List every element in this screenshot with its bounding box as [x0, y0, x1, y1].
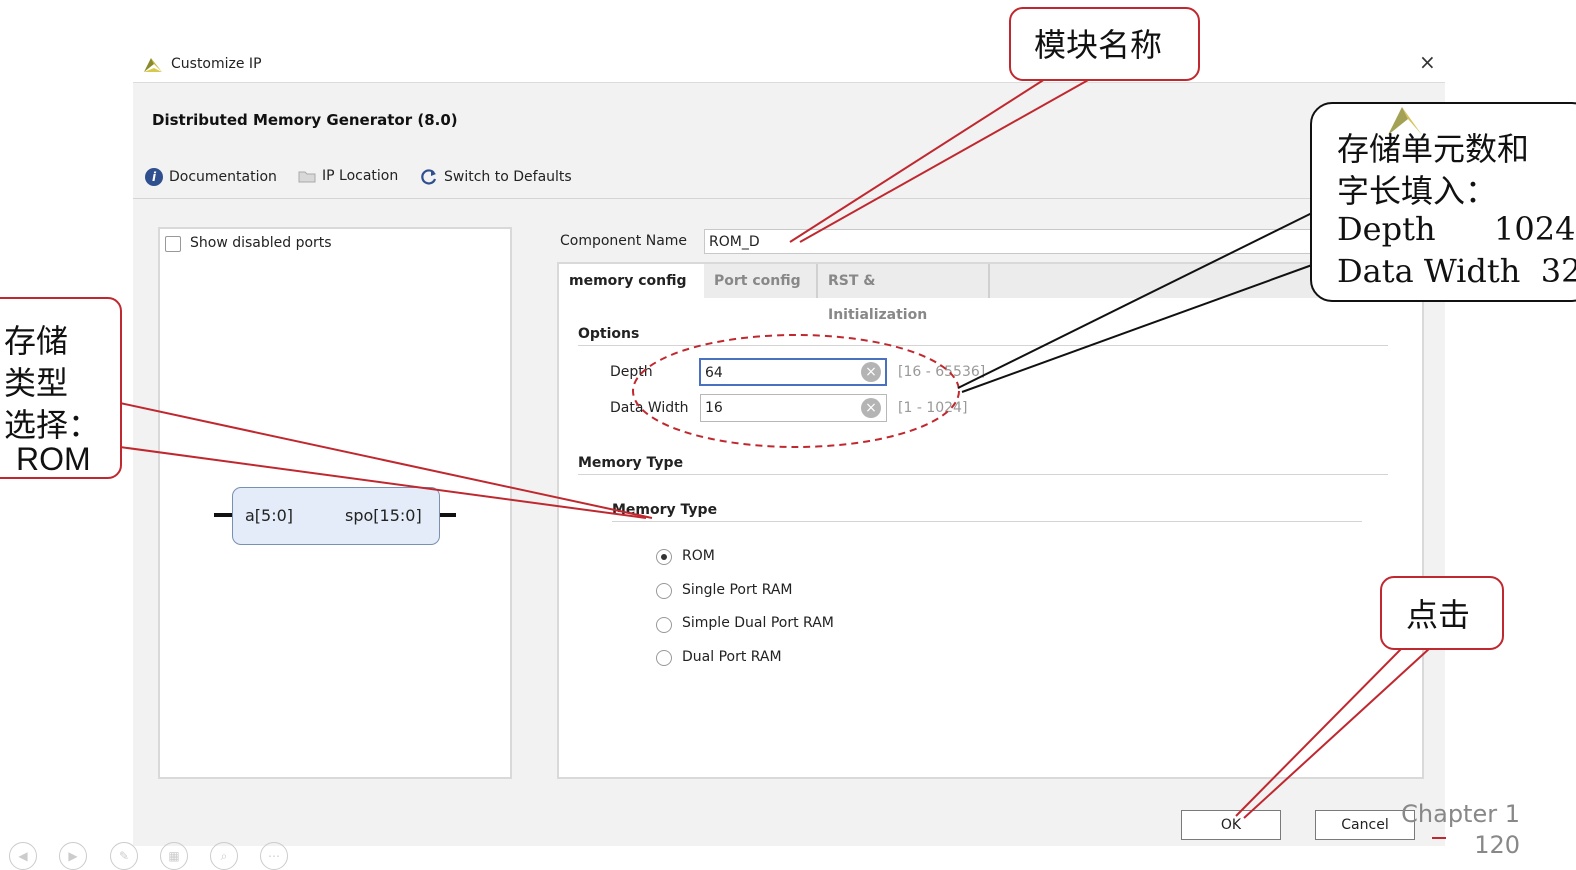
module-name-pointer-b — [799, 78, 1091, 243]
slides-icon[interactable]: ▦ — [160, 842, 188, 870]
callout-memtype-line4: ROM — [16, 441, 91, 477]
chapter-label: Chapter 1 — [1401, 800, 1520, 828]
next-slide-icon[interactable]: ▶ — [59, 842, 87, 870]
memtype-pointer-a — [119, 402, 653, 519]
click-pointer-a — [1235, 647, 1403, 817]
highlight-ellipse — [632, 334, 960, 448]
zoom-icon[interactable]: ⌕ — [210, 842, 238, 870]
more-icon[interactable]: ⋯ — [260, 842, 288, 870]
callout-module-name-text: 模块名称 — [1034, 26, 1163, 64]
callout-memtype-line3: 选择： — [4, 406, 101, 444]
callout-memtype-line1: 存储 — [4, 322, 69, 360]
depth-pointer-a — [957, 212, 1313, 389]
callout-depth-value: 1024 — [1494, 210, 1576, 248]
click-pointer-b — [1243, 647, 1431, 819]
depth-pointer-b — [961, 264, 1313, 393]
callout-depth-line2: 字长填入： — [1337, 172, 1498, 210]
prev-slide-icon[interactable]: ◀ — [9, 842, 37, 870]
callout-depth-line1: 存储单元数和 — [1337, 130, 1530, 168]
page-number: 120 — [1474, 831, 1520, 859]
callout-width-line: Data Width 32 — [1337, 252, 1576, 290]
callout-depth-line3: Depth — [1337, 210, 1436, 248]
callout-memtype-line2: 类型 — [4, 364, 69, 402]
callout-click-text: 点击 — [1406, 596, 1471, 634]
module-name-pointer-a — [789, 78, 1046, 243]
pen-icon[interactable]: ✎ — [110, 842, 138, 870]
memtype-pointer-b — [119, 446, 647, 519]
